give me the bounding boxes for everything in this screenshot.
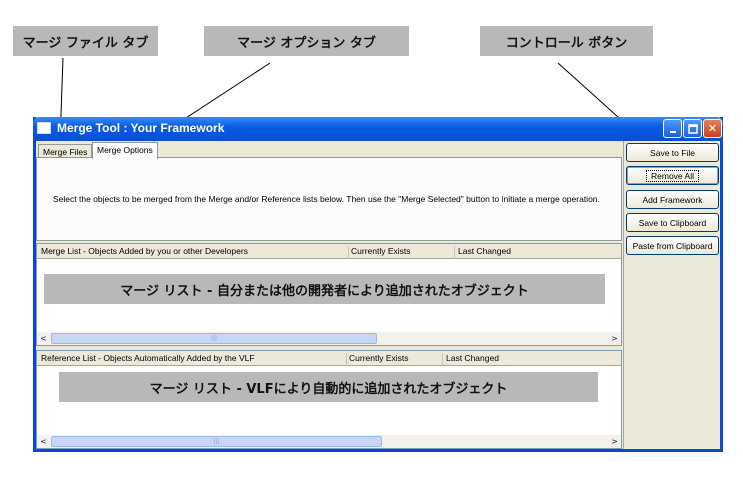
instructions-text: Select the objects to be merged from the… (53, 194, 600, 204)
minimize-button[interactable] (663, 119, 682, 138)
merge-options-panel: Select the objects to be merged from the… (36, 157, 622, 241)
save-to-file-button[interactable]: Save to File (626, 143, 719, 162)
panel-divider (623, 141, 624, 449)
reference-list-col-objects[interactable]: Reference List - Objects Automatically A… (41, 353, 347, 366)
reference-list[interactable]: Reference List - Objects Automatically A… (36, 350, 622, 449)
merge-tool-window: Merge Tool : Your Framework ✕ Merge File… (33, 117, 723, 452)
callout-merge-options-tab: マージ オプション タブ (204, 26, 409, 56)
scroll-thumb[interactable]: ||| (51, 333, 377, 344)
merge-list-col-last-changed[interactable]: Last Changed (458, 246, 608, 259)
reference-list-col-currently-exists[interactable]: Currently Exists (349, 353, 443, 366)
window-app-icon (37, 122, 51, 134)
scroll-right-arrow-icon[interactable]: > (608, 332, 621, 345)
scroll-left-arrow-icon[interactable]: < (37, 435, 50, 448)
save-to-clipboard-button[interactable]: Save to Clipboard (626, 213, 719, 232)
merge-list-annotation: マージ リスト - 自分または他の開発者により追加されたオブジェクト (44, 274, 605, 304)
reference-list-annotation: マージ リスト - VLFにより自動的に追加されたオブジェクト (59, 372, 598, 402)
merge-list-header: Merge List - Objects Added by you or oth… (37, 244, 621, 259)
paste-from-clipboard-button[interactable]: Paste from Clipboard (626, 236, 719, 255)
tab-merge-options[interactable]: Merge Options (92, 142, 158, 159)
merge-list-horizontal-scrollbar[interactable]: < ||| > (37, 332, 621, 345)
maximize-icon (687, 123, 698, 134)
reference-list-col-last-changed[interactable]: Last Changed (446, 353, 596, 366)
merge-list-col-objects[interactable]: Merge List - Objects Added by you or oth… (41, 246, 349, 259)
close-button[interactable]: ✕ (703, 119, 722, 138)
callout-merge-files-tab: マージ ファイル タブ (13, 26, 158, 56)
window-title: Merge Tool : Your Framework (57, 121, 225, 135)
remove-all-button[interactable]: Remove All (626, 166, 719, 185)
maximize-button[interactable] (683, 119, 702, 138)
scroll-thumb[interactable]: ||| (51, 436, 382, 447)
add-framework-button[interactable]: Add Framework (626, 190, 719, 209)
reference-list-header: Reference List - Objects Automatically A… (37, 351, 621, 366)
reference-list-horizontal-scrollbar[interactable]: < ||| > (37, 435, 621, 448)
minimize-icon (669, 130, 676, 133)
window-client-area: Merge Files Merge Options Select the obj… (36, 141, 720, 449)
merge-list-col-currently-exists[interactable]: Currently Exists (351, 246, 455, 259)
title-bar[interactable]: Merge Tool : Your Framework ✕ (33, 117, 723, 141)
close-icon: ✕ (707, 122, 718, 135)
scroll-left-arrow-icon[interactable]: < (37, 332, 50, 345)
remove-all-label: Remove All (646, 169, 699, 182)
scroll-right-arrow-icon[interactable]: > (608, 435, 621, 448)
merge-list[interactable]: Merge List - Objects Added by you or oth… (36, 243, 622, 346)
callout-control-buttons: コントロール ボタン (480, 26, 653, 56)
